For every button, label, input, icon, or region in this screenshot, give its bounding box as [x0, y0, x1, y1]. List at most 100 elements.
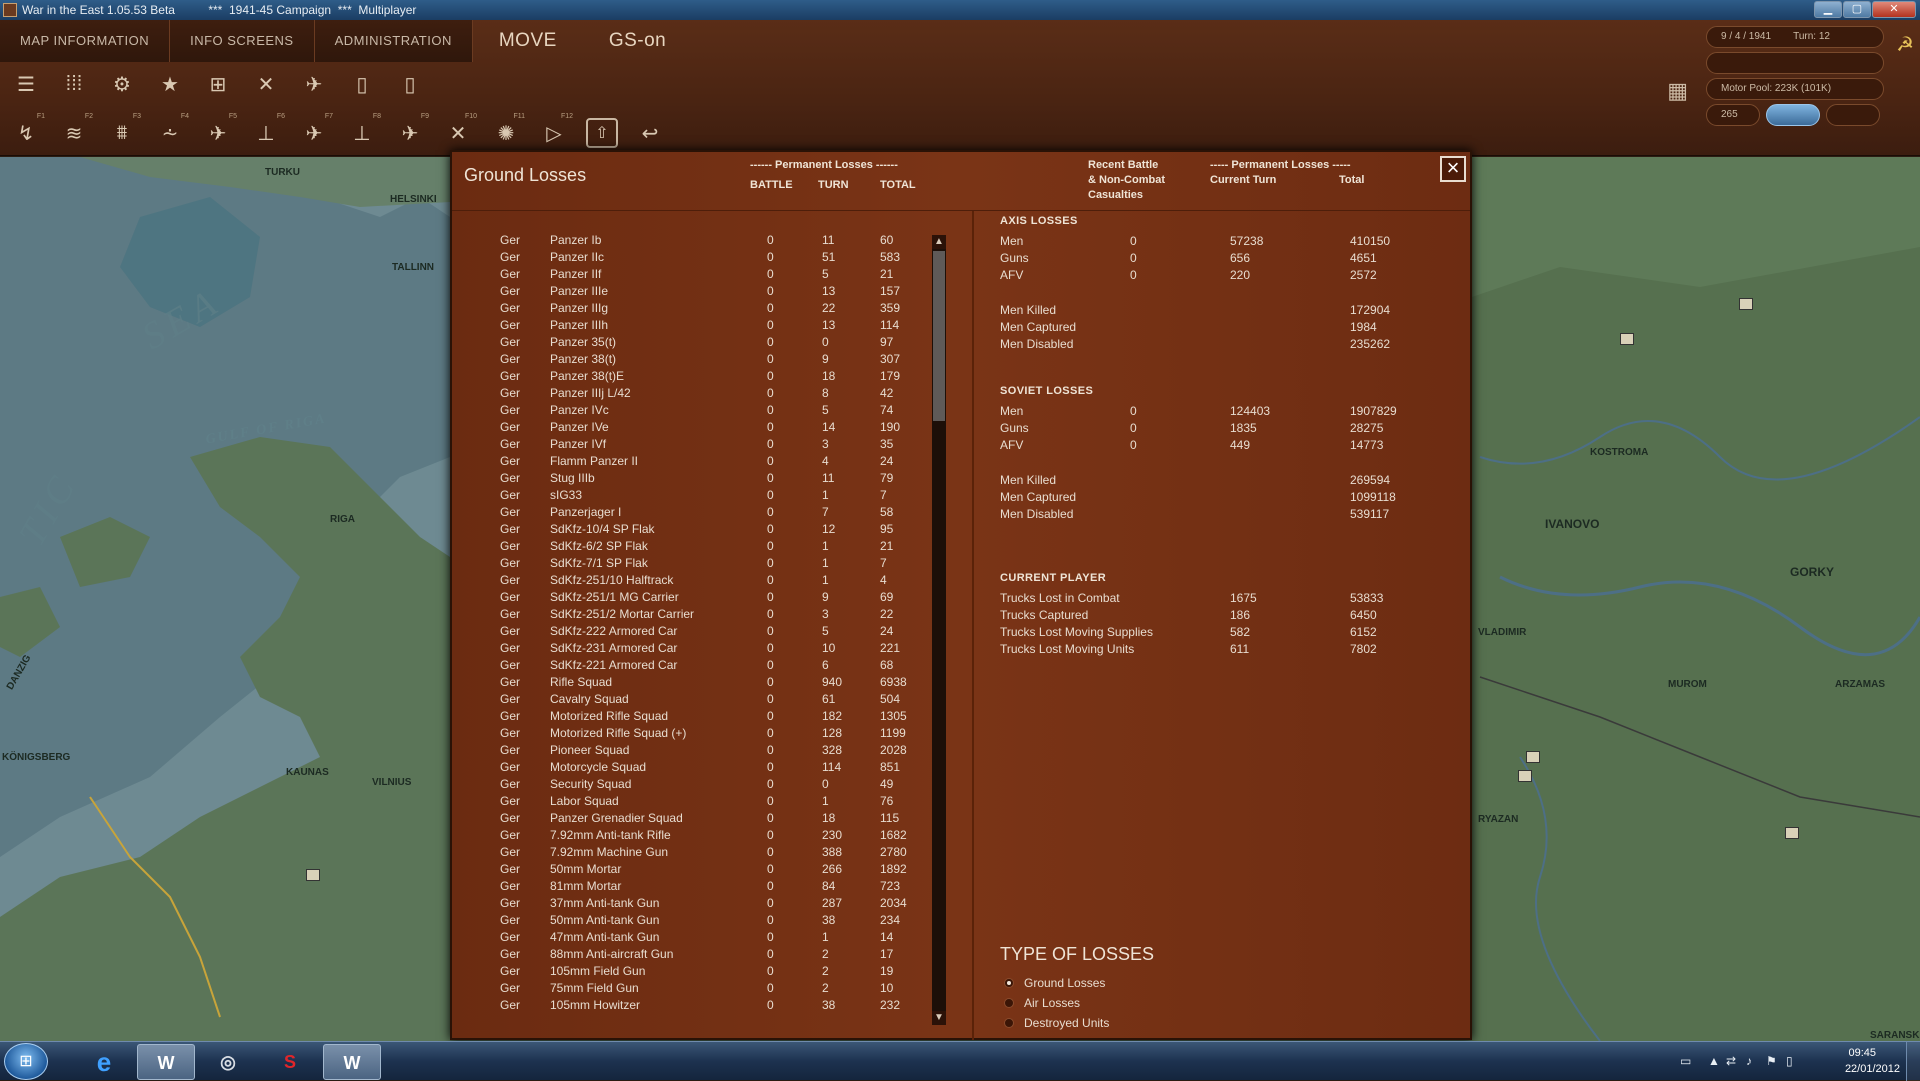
table-row[interactable]: Ger Panzer IIIh 0 13 114: [452, 317, 932, 334]
recon-icon[interactable]: ✈ F9: [390, 113, 430, 153]
clock-time[interactable]: 09:45: [1848, 1047, 1876, 1059]
gear-icon[interactable]: ⚙: [102, 64, 142, 104]
rail-icon[interactable]: ≋ F2: [54, 113, 94, 153]
combat-icon[interactable]: ✕: [246, 64, 286, 104]
tab-map-information[interactable]: MAP INFORMATION: [0, 20, 171, 62]
unit-counter[interactable]: [306, 869, 320, 881]
table-row[interactable]: Ger 47mm Anti-tank Gun 0 1 14: [452, 929, 932, 946]
show-desktop-button[interactable]: [1906, 1042, 1920, 1081]
internet-explorer-icon[interactable]: e: [75, 1044, 133, 1080]
table-row[interactable]: Ger sIG33 0 1 7: [452, 487, 932, 504]
unit-counter[interactable]: [1739, 298, 1753, 310]
unit-losses-list[interactable]: Ger Panzer Ib 0 11 60 Ger Panzer IIc 0 51 583 Ger P…: [452, 211, 972, 1040]
gs-toggle-button[interactable]: GS-on: [583, 20, 692, 62]
clock-date[interactable]: 22/01/2012: [1845, 1063, 1900, 1075]
radio-unselected-icon[interactable]: [1004, 998, 1014, 1008]
table-row[interactable]: Ger SdKfz-6/2 SP Flak 0 1 21: [452, 538, 932, 555]
close-button[interactable]: ×: [1440, 156, 1466, 182]
table-row[interactable]: Ger Stug IIIb 0 11 79: [452, 470, 932, 487]
unit-counter[interactable]: [1785, 827, 1799, 839]
slitherine-icon[interactable]: S: [261, 1044, 319, 1080]
table-row[interactable]: Ger Panzer 35(t) 0 0 97: [452, 334, 932, 351]
table-row[interactable]: Ger 105mm Howitzer 0 38 232: [452, 997, 932, 1014]
air-attack-icon[interactable]: ✈ F5: [198, 113, 238, 153]
transport-icon[interactable]: ⩪ F4: [150, 113, 190, 153]
table-row[interactable]: Ger Pioneer Squad 0 328 2028: [452, 742, 932, 759]
table-row[interactable]: Ger Panzer IVc 0 5 74: [452, 402, 932, 419]
play-icon[interactable]: ▷ F12: [534, 113, 574, 153]
naval-icon[interactable]: ⩩ F3: [102, 113, 142, 153]
table-row[interactable]: Ger Labor Squad 0 1 76: [452, 793, 932, 810]
table-row[interactable]: Ger SdKfz-231 Armored Car 0 10 221: [452, 640, 932, 657]
table-row[interactable]: Ger Panzer IVf 0 3 35: [452, 436, 932, 453]
action-center-flag-icon[interactable]: ⚑: [1766, 1054, 1777, 1068]
table-row[interactable]: Ger SdKfz-7/1 SP Flak 0 1 7: [452, 555, 932, 572]
window-close-button[interactable]: ✕: [1872, 1, 1916, 18]
table-row[interactable]: Ger Panzerjager I 0 7 58: [452, 504, 932, 521]
start-button[interactable]: ⊞: [4, 1043, 48, 1080]
layers-icon[interactable]: ☰: [6, 64, 46, 104]
table-row[interactable]: Ger Panzer IIIe 0 13 157: [452, 283, 932, 300]
table-row[interactable]: Ger 105mm Field Gun 0 2 19: [452, 963, 932, 980]
move-unit-icon[interactable]: ↯ F1: [6, 113, 46, 153]
upload-icon[interactable]: ⇧: [586, 118, 618, 148]
table-row[interactable]: Ger 50mm Mortar 0 266 1892: [452, 861, 932, 878]
maximize-button[interactable]: ▢: [1843, 1, 1871, 18]
star-icon[interactable]: ★: [150, 64, 190, 104]
witw-app-icon-active[interactable]: W: [323, 1044, 381, 1080]
airbase-icon[interactable]: ⊥ F6: [246, 113, 286, 153]
table-row[interactable]: Ger Rifle Squad 0 940 6938: [452, 674, 932, 691]
table-row[interactable]: Ger Panzer 38(t)E 0 18 179: [452, 368, 932, 385]
table-row[interactable]: Ger 75mm Field Gun 0 2 10: [452, 980, 932, 997]
volume-icon[interactable]: ♪: [1746, 1054, 1752, 1068]
bomb-icon[interactable]: ✕ F10: [438, 113, 478, 153]
air-transfer-icon[interactable]: ✈ F7: [294, 113, 334, 153]
tab-administration[interactable]: ADMINISTRATION: [314, 20, 473, 62]
table-row[interactable]: Ger 88mm Anti-aircraft Gun 0 2 17: [452, 946, 932, 963]
undo-icon[interactable]: ↩: [630, 113, 670, 153]
table-row[interactable]: Ger SdKfz-251/10 Halftrack 0 1 4: [452, 572, 932, 589]
power-icon[interactable]: ▯: [1786, 1054, 1793, 1068]
scroll-down-arrow-icon[interactable]: ▼: [932, 1011, 946, 1025]
table-row[interactable]: Ger SdKfz-221 Armored Car 0 6 68: [452, 657, 932, 674]
table-row[interactable]: Ger SdKfz-251/1 MG Carrier 0 9 69: [452, 589, 932, 606]
table-row[interactable]: Ger Panzer IIc 0 51 583: [452, 249, 932, 266]
steam-icon[interactable]: ◎: [199, 1044, 257, 1080]
scroll-thumb[interactable]: [933, 251, 945, 421]
air-icon[interactable]: ✈: [294, 64, 334, 104]
table-row[interactable]: Ger Cavalry Squad 0 61 504: [452, 691, 932, 708]
grid-icon[interactable]: ▦: [1667, 78, 1688, 104]
explosion-icon[interactable]: ✺ F11: [486, 113, 526, 153]
show-hidden-icons-icon[interactable]: ▲: [1708, 1054, 1720, 1068]
table-row[interactable]: Ger Panzer IIIj L/42 0 8 42: [452, 385, 932, 402]
radio-selected-icon[interactable]: [1004, 978, 1014, 988]
table-row[interactable]: Ger Panzer IIIg 0 22 359: [452, 300, 932, 317]
list-scrollbar[interactable]: ▲ ▼: [932, 235, 946, 1025]
table-row[interactable]: Ger Security Squad 0 0 49: [452, 776, 932, 793]
air-supply-icon[interactable]: ⊥ F8: [342, 113, 382, 153]
table-row[interactable]: Ger Panzer Ib 0 11 60: [452, 232, 932, 249]
unit-counter[interactable]: [1620, 333, 1634, 345]
supply-icon[interactable]: ▯: [342, 64, 382, 104]
table-row[interactable]: Ger Panzer 38(t) 0 9 307: [452, 351, 932, 368]
fuel-icon[interactable]: ▯: [390, 64, 430, 104]
minimize-button[interactable]: ▁: [1814, 1, 1842, 18]
network-icon[interactable]: ⇄: [1726, 1054, 1736, 1068]
move-mode-button[interactable]: MOVE: [473, 20, 583, 62]
table-row[interactable]: Ger Panzer Grenadier Squad 0 18 115: [452, 810, 932, 827]
table-row[interactable]: Ger Motorized Rifle Squad 0 182 1305: [452, 708, 932, 725]
units-icon[interactable]: ⁞⁞⁞: [54, 64, 94, 104]
table-row[interactable]: Ger 37mm Anti-tank Gun 0 287 2034: [452, 895, 932, 912]
table-row[interactable]: Ger 7.92mm Anti-tank Rifle 0 230 1682: [452, 827, 932, 844]
keyboard-icon[interactable]: ▭: [1680, 1054, 1691, 1068]
table-row[interactable]: Ger 50mm Anti-tank Gun 0 38 234: [452, 912, 932, 929]
table-row[interactable]: Ger 81mm Mortar 0 84 723: [452, 878, 932, 895]
table-row[interactable]: Ger SdKfz-222 Armored Car 0 5 24: [452, 623, 932, 640]
table-row[interactable]: Ger Motorized Rifle Squad (+) 0 128 1199: [452, 725, 932, 742]
table-row[interactable]: Ger Panzer IIf 0 5 21: [452, 266, 932, 283]
unit-counter[interactable]: [1518, 770, 1532, 782]
table-row[interactable]: Ger SdKfz-10/4 SP Flak 0 12 95: [452, 521, 932, 538]
table-row[interactable]: Ger Flamm Panzer II 0 4 24: [452, 453, 932, 470]
scroll-up-arrow-icon[interactable]: ▲: [932, 235, 946, 249]
unit-counter[interactable]: [1526, 751, 1540, 763]
